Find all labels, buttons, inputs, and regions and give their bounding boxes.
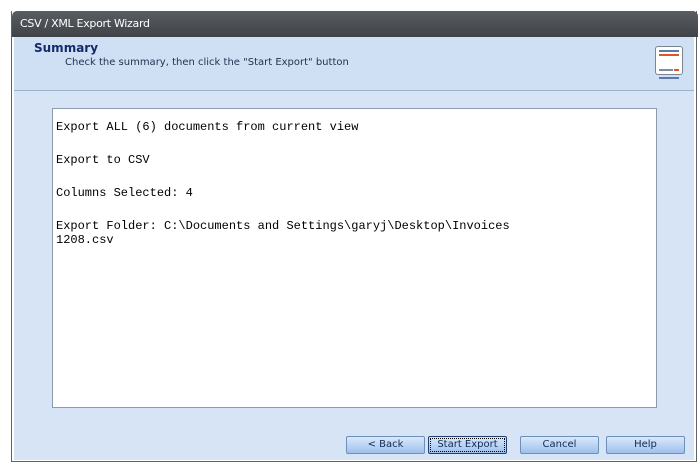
- help-button[interactable]: Help: [606, 436, 685, 454]
- back-button[interactable]: < Back: [346, 436, 425, 454]
- wizard-header: Summary Check the summary, then click th…: [14, 37, 694, 94]
- summary-line-folder: Export Folder: C:\Documents and Settings…: [56, 219, 510, 233]
- summary-line-columns: Columns Selected: 4: [56, 186, 193, 200]
- summary-line-documents: Export ALL (6) documents from current vi…: [56, 120, 359, 134]
- cancel-button[interactable]: Cancel: [520, 436, 599, 454]
- table-export-icon: [655, 46, 683, 94]
- summary-line-filename: 1208.csv: [56, 233, 114, 247]
- wizard-body: Export ALL (6) documents from current vi…: [14, 91, 694, 460]
- summary-line-format: Export to CSV: [56, 153, 150, 167]
- summary-text-area[interactable]: Export ALL (6) documents from current vi…: [52, 108, 657, 408]
- export-wizard-window: CSV / XML Export Wizard Summary Check th…: [11, 11, 698, 462]
- step-subtitle: Check the summary, then click the "Start…: [65, 57, 349, 68]
- step-title: Summary: [34, 41, 99, 55]
- window-title: CSV / XML Export Wizard: [20, 17, 150, 30]
- title-bar[interactable]: CSV / XML Export Wizard: [12, 11, 698, 37]
- start-export-button[interactable]: Start Export: [428, 436, 507, 454]
